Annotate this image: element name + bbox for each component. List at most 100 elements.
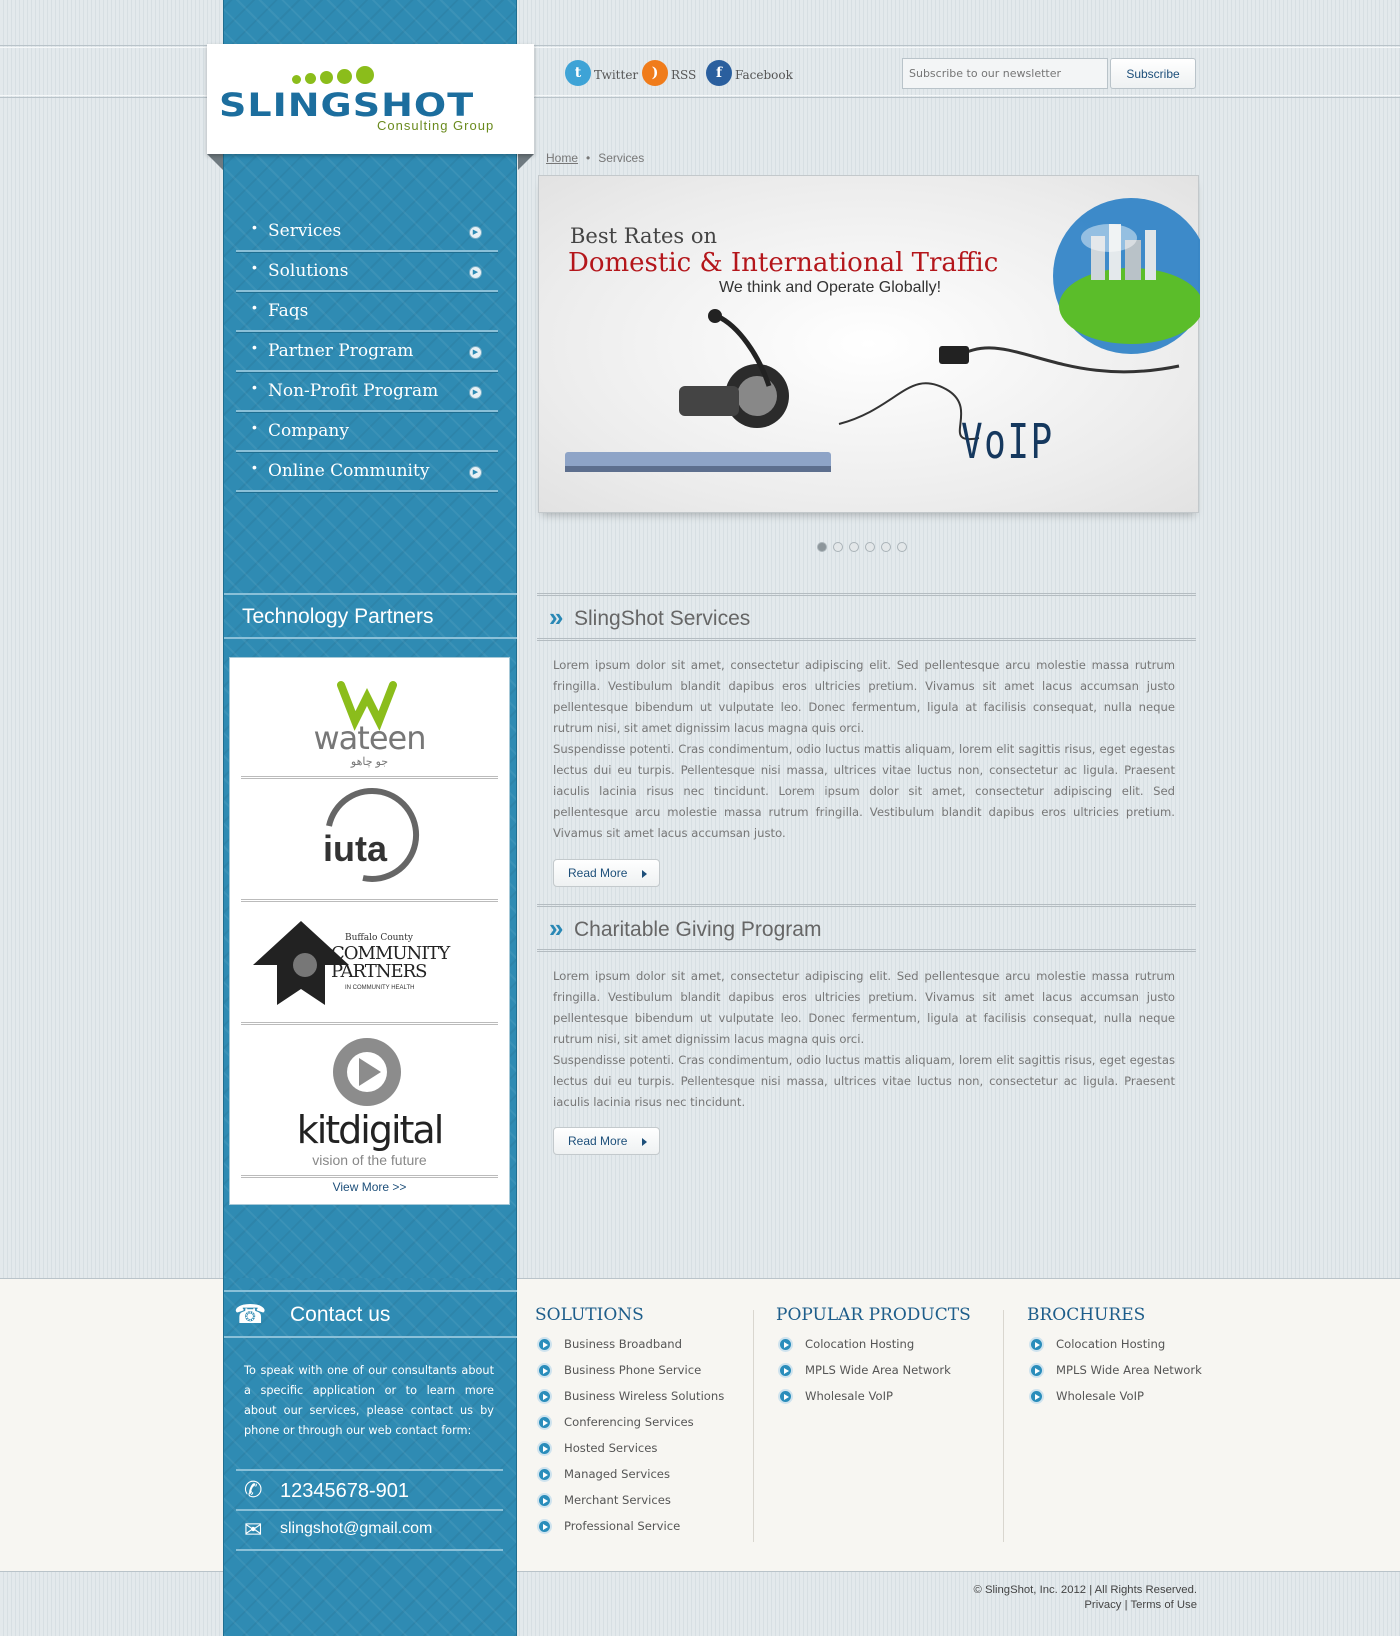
slider-dot[interactable]: [881, 542, 891, 552]
logo-subtitle: Consulting Group: [377, 118, 495, 133]
chevron-right-icon: »: [549, 913, 564, 943]
breadcrumb-current: Services: [598, 151, 645, 165]
partner-logo-iuta[interactable]: iuta: [241, 782, 498, 902]
bullet-icon: •: [252, 299, 257, 315]
partner-tagline: vision of the future: [312, 1152, 427, 1168]
social-label: RSS: [671, 68, 697, 82]
slider-dot[interactable]: [897, 542, 907, 552]
footer-link-label: Merchant Services: [564, 1493, 671, 1507]
nav-item-non-profit-program[interactable]: • Non-Profit Program ▶: [236, 372, 498, 412]
footer-link-label: Business Broadband: [564, 1337, 683, 1351]
arrow-circle-icon: [1029, 1389, 1044, 1404]
arrow-circle-icon: [537, 1337, 552, 1352]
footer-link[interactable]: Managed Services: [535, 1466, 724, 1492]
footer-link-label: Business Wireless Solutions: [564, 1389, 725, 1403]
footer-column-popular-products: POPULAR PRODUCTS Colocation Hosting MPLS…: [776, 1305, 971, 1414]
arrow-circle-icon: [778, 1363, 793, 1378]
read-more-button[interactable]: Read More: [553, 1127, 660, 1155]
footer-column-title: SOLUTIONS: [535, 1305, 644, 1325]
partner-logo-kitdigital[interactable]: kitdigital vision of the future: [241, 1028, 498, 1178]
hero-banner[interactable]: Best Rates on Domestic & International T…: [538, 175, 1200, 513]
nav-item-label: Services: [268, 221, 342, 241]
footer-link[interactable]: Professional Service: [535, 1518, 724, 1544]
footer-link-label: Colocation Hosting: [805, 1337, 915, 1351]
partner-tagline: جو چاهو: [350, 756, 389, 768]
nav-item-company[interactable]: • Company: [236, 412, 498, 452]
contact-email[interactable]: ✉ slingshot@gmail.com: [236, 1509, 503, 1549]
twitter-icon: t: [565, 60, 591, 86]
technology-partners-title: Technology Partners: [242, 605, 434, 628]
arrow-circle-icon: [537, 1467, 552, 1482]
privacy-link[interactable]: Privacy: [1084, 1599, 1121, 1611]
newsletter-email-input[interactable]: [902, 58, 1108, 89]
footer-link-label: Wholesale VoIP: [1056, 1389, 1144, 1403]
bullet-icon: •: [252, 339, 257, 355]
footer-column-title: BROCHURES: [1027, 1305, 1146, 1325]
phone-icon: ✆: [244, 1477, 263, 1502]
nav-item-services[interactable]: • Services ▶: [236, 212, 498, 252]
copyright-text: © SlingShot, Inc. 2012 | All Rights Rese…: [973, 1584, 1197, 1596]
footer-column-solutions: SOLUTIONS Business Broadband Business Ph…: [535, 1305, 724, 1544]
partner-name: kitdigital: [296, 1108, 445, 1152]
social-label: Facebook: [735, 68, 793, 82]
view-more-link[interactable]: View More >>: [230, 1180, 509, 1194]
arrow-circle-icon: [537, 1389, 552, 1404]
footer-link[interactable]: MPLS Wide Area Network: [1027, 1362, 1202, 1388]
bullet-icon: •: [252, 219, 257, 235]
partner-logo-community-partners[interactable]: Buffalo County COMMUNITY PARTNERS IN COM…: [241, 905, 498, 1025]
footer-link[interactable]: Business Wireless Solutions: [535, 1388, 724, 1414]
nav-item-solutions[interactable]: • Solutions ▶: [236, 252, 498, 292]
footer-link[interactable]: MPLS Wide Area Network: [776, 1362, 971, 1388]
footer-link[interactable]: Wholesale VoIP: [776, 1388, 971, 1414]
contact-description: To speak with one of our consultants abo…: [244, 1364, 494, 1437]
footer-link-label: Conferencing Services: [564, 1415, 694, 1429]
arrow-circle-icon: [1029, 1337, 1044, 1352]
partner-name: wateen: [313, 719, 427, 757]
nav-item-label: Non-Profit Program: [268, 381, 439, 401]
partner-logo-wateen[interactable]: wateen جو چاهو: [241, 667, 498, 779]
footer-link-label: MPLS Wide Area Network: [805, 1363, 951, 1377]
bullet-icon: •: [252, 419, 257, 435]
slider-dot[interactable]: [849, 542, 859, 552]
slider-dot[interactable]: [817, 542, 827, 552]
arrow-circle-icon: [537, 1441, 552, 1456]
slider-pagination: [817, 539, 913, 557]
nav-item-online-community[interactable]: • Online Community ▶: [236, 452, 498, 492]
arrow-circle-icon: [778, 1389, 793, 1404]
footer-link[interactable]: Merchant Services: [535, 1492, 724, 1518]
footer-link[interactable]: Business Broadband: [535, 1336, 724, 1362]
footer-link-label: MPLS Wide Area Network: [1056, 1363, 1202, 1377]
footer-link[interactable]: Conferencing Services: [535, 1414, 724, 1440]
footer-link-label: Colocation Hosting: [1056, 1337, 1166, 1351]
nav-item-label: Partner Program: [268, 341, 414, 361]
nav-item-faqs[interactable]: • Faqs: [236, 292, 498, 332]
sidebar-nav: • Services ▶ • Solutions ▶ • Faqs • Part…: [236, 212, 498, 492]
legal-links: Privacy | Terms of Use: [973, 1598, 1197, 1613]
logo-fold-left: [207, 154, 223, 170]
contact-phone[interactable]: ✆ 12345678-901: [236, 1469, 503, 1509]
nav-item-partner-program[interactable]: • Partner Program ▶: [236, 332, 498, 372]
technology-partners-header: Technology Partners: [224, 593, 517, 639]
read-more-button[interactable]: Read More: [553, 859, 660, 887]
footer-link[interactable]: Hosted Services: [535, 1440, 724, 1466]
partner-name: iuta: [323, 828, 388, 869]
subscribe-button[interactable]: Subscribe: [1110, 58, 1196, 89]
phone-mail-icon: ☎: [234, 1299, 267, 1329]
logo[interactable]: SLINGSHOT Consulting Group: [207, 44, 534, 154]
footer-link[interactable]: Colocation Hosting: [776, 1336, 971, 1362]
partner-subtitle: IN COMMUNITY HEALTH: [345, 985, 415, 991]
chevron-right-icon: »: [549, 602, 564, 632]
slider-dot[interactable]: [865, 542, 875, 552]
footer-link[interactable]: Business Phone Service: [535, 1362, 724, 1388]
partner-tagline: Buffalo County: [345, 933, 413, 943]
arrow-circle-icon: [537, 1493, 552, 1508]
section-paragraph: Suspendisse potenti. Cras condimentum, o…: [553, 742, 1175, 840]
slider-dot[interactable]: [833, 542, 843, 552]
envelope-icon: ✉: [244, 1517, 263, 1542]
terms-link[interactable]: Terms of Use: [1130, 1599, 1197, 1611]
bullet-icon: •: [252, 459, 257, 475]
footer-link[interactable]: Colocation Hosting: [1027, 1336, 1202, 1362]
footer-link[interactable]: Wholesale VoIP: [1027, 1388, 1202, 1414]
breadcrumb-home-link[interactable]: Home: [546, 151, 578, 165]
arrow-circle-icon: [537, 1363, 552, 1378]
